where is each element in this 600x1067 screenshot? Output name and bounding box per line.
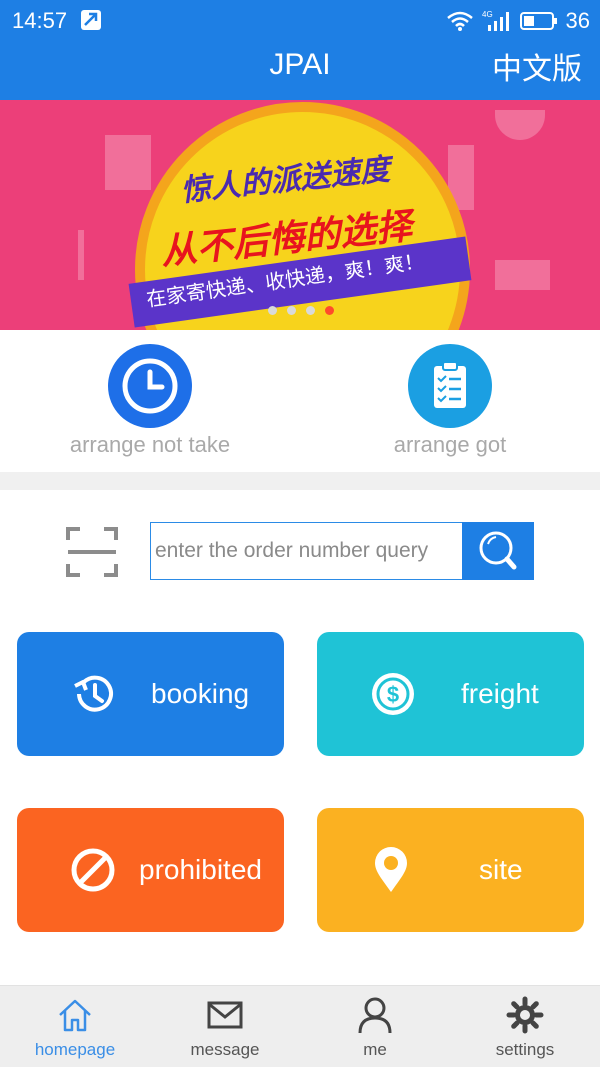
section-divider: [0, 472, 600, 490]
envelope-icon: [207, 1001, 243, 1029]
status-time: 14:57: [12, 8, 68, 33]
status-indicators: 4G 36: [446, 6, 590, 36]
prohibited-icon: [71, 848, 115, 892]
freight-label: freight: [461, 678, 539, 709]
nav-settings-label: settings: [495, 1040, 555, 1059]
carousel-indicators: [268, 306, 334, 315]
carousel-dot-active[interactable]: [325, 306, 334, 315]
dollar-icon: $: [372, 673, 414, 715]
prohibited-button[interactable]: prohibited: [17, 808, 284, 932]
carousel-dot[interactable]: [306, 306, 315, 315]
booking-button[interactable]: booking: [17, 632, 284, 756]
battery-icon: [519, 12, 557, 30]
prohibited-label: prohibited: [139, 854, 262, 885]
site-label: site: [479, 854, 523, 885]
search-icon: [479, 531, 517, 570]
nav-me[interactable]: me: [300, 986, 450, 1067]
arrange-section: arrange not take arrange got: [0, 330, 600, 470]
network-type-label: 4G: [482, 10, 493, 19]
order-search-box: [150, 522, 463, 580]
nav-message[interactable]: message: [150, 986, 300, 1067]
banner-decoration: [105, 135, 151, 190]
bottom-nav: homepage message me settings: [0, 985, 600, 1067]
user-icon: [358, 997, 392, 1034]
wifi-icon: [446, 11, 473, 31]
home-icon: [59, 999, 91, 1032]
gear-icon: [506, 996, 544, 1034]
nav-homepage[interactable]: homepage: [0, 986, 150, 1067]
promo-banner[interactable]: 惊人的派送速度 从不后悔的选择 在家寄快递、收快递，爽！爽！: [0, 100, 600, 330]
battery-level: 36: [565, 8, 590, 33]
arrange-not-take-label: arrange not take: [69, 432, 231, 457]
carousel-dot[interactable]: [268, 306, 277, 315]
banner-decoration: [495, 260, 550, 290]
booking-label: booking: [151, 678, 250, 709]
site-button[interactable]: site: [317, 808, 584, 932]
search-button[interactable]: [462, 522, 534, 580]
arrange-not-take-button[interactable]: arrange not take: [0, 344, 300, 464]
nav-message-label: message: [190, 1040, 260, 1059]
status-bar: 14:57 4G 36: [0, 0, 600, 42]
language-switch-button[interactable]: 中文版: [492, 44, 582, 88]
banner-decoration: [495, 110, 545, 140]
scan-icon[interactable]: [66, 526, 118, 578]
nav-me-label: me: [363, 1040, 387, 1059]
notification-icon: [81, 10, 101, 30]
nav-homepage-label: homepage: [34, 1040, 116, 1059]
svg-text:$: $: [387, 682, 399, 707]
arrange-got-label: arrange got: [393, 432, 507, 457]
arrange-got-button[interactable]: arrange got: [300, 344, 600, 464]
signal-icon: 4G: [482, 10, 509, 31]
clock-icon: [108, 344, 192, 428]
history-icon: [74, 675, 113, 712]
location-pin-icon: [375, 847, 407, 892]
carousel-dot[interactable]: [287, 306, 296, 315]
nav-settings[interactable]: settings: [450, 986, 600, 1067]
freight-button[interactable]: $ freight: [317, 632, 584, 756]
banner-decoration: [78, 230, 84, 280]
order-search-input[interactable]: [151, 523, 462, 579]
clipboard-checklist-icon: [408, 344, 492, 428]
app-header: 14:57 4G 36 JPAI 中文版: [0, 0, 600, 100]
